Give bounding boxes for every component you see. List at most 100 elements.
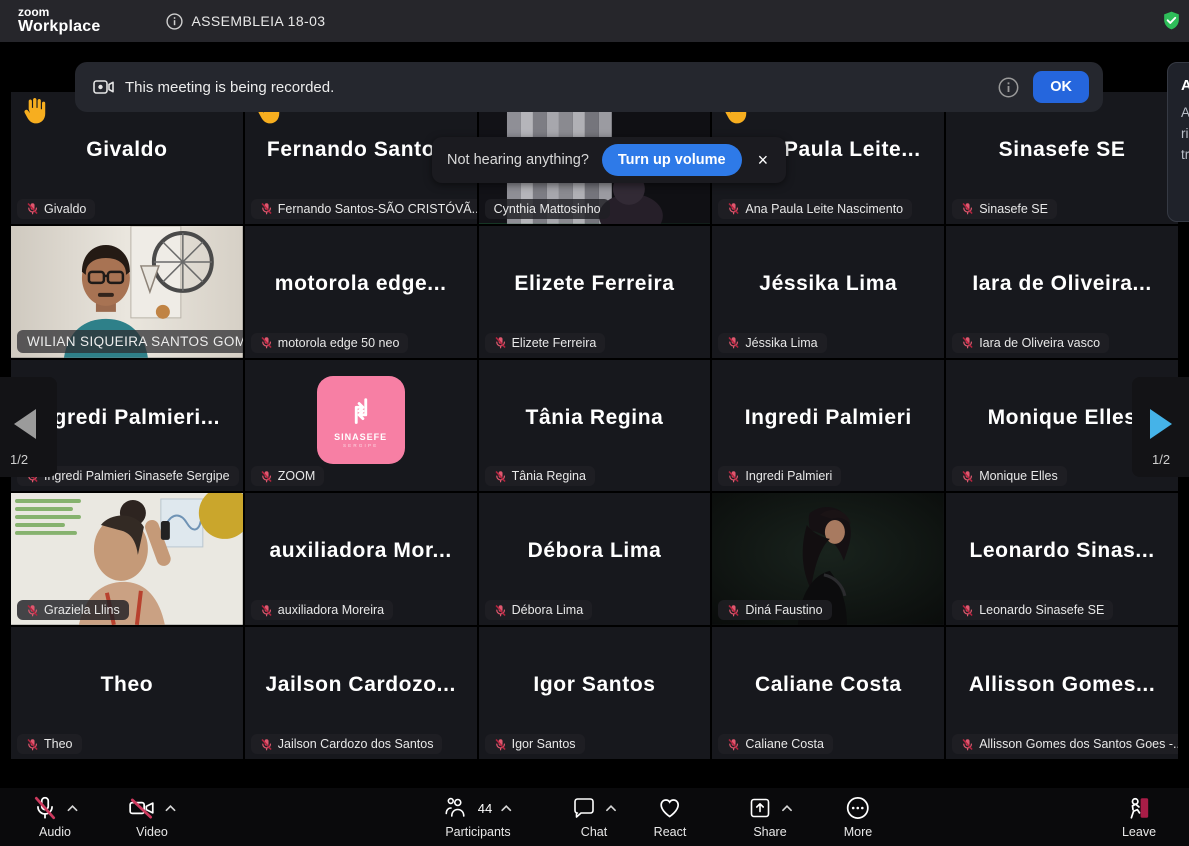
top-bar: zoom Workplace ASSEMBLEIA 18-03 [0, 0, 1189, 42]
video-options-caret-icon[interactable] [165, 804, 176, 812]
muted-mic-icon [727, 738, 740, 751]
participant-name-chip: auxiliadora Moreira [251, 600, 393, 620]
participant-display-name: Jéssika Lima [712, 272, 944, 296]
participant-tile[interactable]: Jéssika Lima Jéssika Lima [712, 226, 944, 358]
leave-button[interactable]: Leave [1122, 794, 1156, 839]
audio-button[interactable]: Audio [32, 794, 78, 839]
participant-tile[interactable]: Caliane Costa Caliane Costa [712, 627, 944, 759]
muted-mic-icon [494, 336, 507, 349]
page-indicator: 1/2 [1152, 452, 1170, 467]
participant-name-label: Tânia Regina [512, 469, 586, 483]
page-indicator: 1/2 [10, 452, 28, 467]
participant-name-chip: Jéssika Lima [718, 333, 826, 353]
participant-name-label: Sinasefe SE [979, 202, 1048, 216]
participant-tile[interactable]: Débora Lima Débora Lima [479, 493, 711, 625]
muted-mic-icon [26, 604, 39, 617]
participant-tile[interactable]: Tânia Regina Tânia Regina [479, 360, 711, 492]
participants-icon [444, 796, 469, 820]
participant-tile[interactable]: WILIAN SIQUEIRA SANTOS GOMES [11, 226, 243, 358]
muted-mic-icon [260, 336, 273, 349]
participants-options-caret-icon[interactable] [501, 804, 512, 812]
participant-name-label: Ingredi Palmieri [745, 469, 832, 483]
volume-tooltip: Not hearing anything? Turn up volume × [432, 137, 786, 183]
participant-display-name: Elizete Ferreira [479, 272, 711, 296]
mic-muted-icon [32, 795, 58, 821]
sinasefe-logo-subtitle: SERGIPE [343, 443, 378, 448]
participant-display-name: Caliane Costa [712, 673, 944, 697]
participant-tile[interactable]: auxiliadora Mor... auxiliadora Moreira [245, 493, 477, 625]
participant-display-name: Ingredi Palmieri [712, 406, 944, 430]
participant-tile[interactable]: Ingredi Palmieri Ingredi Palmieri [712, 360, 944, 492]
participant-name-label: Elizete Ferreira [512, 336, 597, 350]
turn-up-volume-button[interactable]: Turn up volume [602, 144, 742, 176]
audio-options-caret-icon[interactable] [67, 804, 78, 812]
gallery-prev-page-button[interactable]: 1/2 [0, 377, 57, 477]
video-button[interactable]: Video [128, 794, 176, 839]
participant-name-chip: Leonardo Sinasefe SE [952, 600, 1113, 620]
participant-name-chip: Graziela Llins [17, 600, 129, 620]
gallery-next-page-button[interactable]: 1/2 [1132, 377, 1189, 477]
participant-name-label: Fernando Santos-SÃO CRISTÓVÃ... [278, 202, 477, 216]
raised-hand-icon [19, 95, 50, 126]
participant-name-label: Graziela Llins [44, 603, 120, 617]
chat-button[interactable]: Chat [572, 794, 617, 839]
logo-workplace-text: Workplace [18, 19, 100, 36]
participant-display-name: Theo [11, 673, 243, 697]
participant-tile[interactable]: Igor Santos Igor Santos [479, 627, 711, 759]
share-button[interactable]: Share [748, 794, 793, 839]
participant-name-chip: Monique Elles [952, 466, 1067, 486]
participant-name-chip: motorola edge 50 neo [251, 333, 409, 353]
muted-mic-icon [727, 202, 740, 215]
side-tooltip-line: A [1181, 103, 1189, 124]
participant-tile[interactable]: Allisson Gomes... Allisson Gomes dos San… [946, 627, 1178, 759]
participant-display-name: Iara de Oliveira... [946, 272, 1178, 296]
muted-mic-icon [26, 738, 39, 751]
meeting-info-icon[interactable] [166, 13, 183, 30]
participant-name-label: auxiliadora Moreira [278, 603, 384, 617]
participant-name-chip: Igor Santos [485, 734, 585, 754]
muted-mic-icon [961, 470, 974, 483]
chat-options-caret-icon[interactable] [606, 804, 617, 812]
participant-display-name: Débora Lima [479, 539, 711, 563]
sinasefe-avatar: SINASEFE SERGIPE [317, 376, 405, 464]
participant-gallery: Givaldo Givaldo Fernando Santo... Fernan… [11, 92, 1178, 759]
sinasefe-logo-title: SINASEFE [334, 432, 387, 442]
share-options-caret-icon[interactable] [782, 804, 793, 812]
participant-name-chip: Ana Paula Leite Nascimento [718, 199, 912, 219]
participant-display-name: Tânia Regina [479, 406, 711, 430]
more-button[interactable]: More [844, 794, 872, 839]
chat-icon [572, 796, 597, 820]
recording-ok-button[interactable]: OK [1033, 71, 1089, 103]
participant-name-label: Jéssika Lima [745, 336, 817, 350]
security-shield-icon[interactable] [1161, 10, 1182, 31]
participants-button[interactable]: 44 Participants [444, 794, 512, 839]
logo-zoom-text: zoom [18, 6, 100, 19]
participant-name-chip: Ingredi Palmieri [718, 466, 841, 486]
participant-name-chip: Sinasefe SE [952, 199, 1057, 219]
volume-tooltip-close-icon[interactable]: × [755, 149, 772, 171]
participant-name-label: motorola edge 50 neo [278, 336, 400, 350]
participant-name-chip: ZOOM [251, 466, 325, 486]
participant-tile[interactable]: Theo Theo [11, 627, 243, 759]
participant-tile[interactable]: motorola edge... motorola edge 50 neo [245, 226, 477, 358]
react-button[interactable]: React [654, 794, 687, 839]
participant-tile[interactable]: Iara de Oliveira... Iara de Oliveira vas… [946, 226, 1178, 358]
banner-info-icon[interactable] [998, 77, 1019, 98]
participant-tile[interactable]: Diná Faustino [712, 493, 944, 625]
participant-tile[interactable]: SINASEFE SERGIPE ZOOM [245, 360, 477, 492]
participant-name-chip: Allisson Gomes dos Santos Goes -... [952, 734, 1178, 754]
muted-mic-icon [961, 336, 974, 349]
participant-tile[interactable]: Elizete Ferreira Elizete Ferreira [479, 226, 711, 358]
participant-name-label: Ana Paula Leite Nascimento [745, 202, 903, 216]
leave-icon [1126, 795, 1152, 821]
participant-tile[interactable]: Leonardo Sinas... Leonardo Sinasefe SE [946, 493, 1178, 625]
participant-tile[interactable]: Jailson Cardozo... Jailson Cardozo dos S… [245, 627, 477, 759]
participant-display-name: Leonardo Sinas... [946, 539, 1178, 563]
participant-tile[interactable]: Graziela Llins [11, 493, 243, 625]
participant-name-label: Jailson Cardozo dos Santos [278, 737, 434, 751]
muted-mic-icon [727, 336, 740, 349]
participant-name-label: Ingredi Palmieri Sinasefe Sergipe [44, 469, 230, 483]
side-tooltip-line: ri [1181, 124, 1189, 145]
muted-mic-icon [961, 738, 974, 751]
prev-arrow-icon [14, 409, 36, 439]
